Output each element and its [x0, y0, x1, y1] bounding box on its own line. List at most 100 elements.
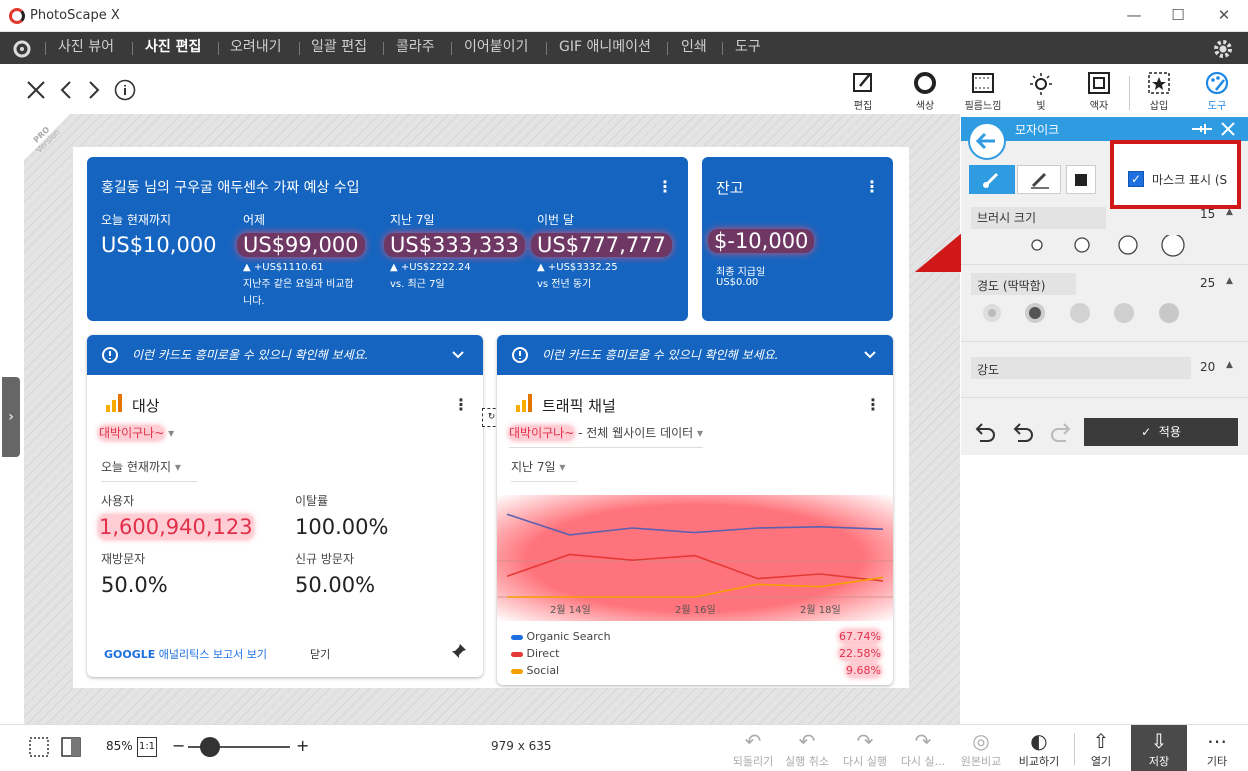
brush-size-value: 15: [1200, 207, 1216, 221]
chevron-down-icon[interactable]: [863, 349, 877, 361]
save-label: 저장: [1148, 755, 1170, 768]
left-panel-toggle[interactable]: ›: [2, 377, 20, 457]
legend-swatch: [511, 651, 523, 657]
tab-combine[interactable]: 이어붙이기: [464, 32, 528, 64]
income-compare-2: 니다.: [243, 296, 265, 307]
tab-cut-out[interactable]: 오려내기: [230, 32, 282, 64]
new-visitors-label: 신규 방문자: [295, 552, 355, 566]
tab-photo-editor[interactable]: 사진 편집: [145, 32, 201, 64]
tool-edit[interactable]: 편집: [834, 68, 892, 114]
tab-photo-viewer[interactable]: 사진 뷰어: [58, 32, 114, 64]
stepper-arrows-icon[interactable]: ▲: [1226, 207, 1233, 217]
new-visitors-value: 50.00%: [295, 573, 376, 597]
mask-display-checkbox[interactable]: ✓: [1128, 171, 1144, 187]
audience-notice-header: 이런 카드도 흥미로울 수 있으니 확인해 보세요.: [87, 335, 483, 375]
tab-print[interactable]: 인쇄: [681, 32, 707, 64]
tab-collage[interactable]: 콜라주: [396, 32, 435, 64]
notice-alert-icon: [512, 347, 528, 363]
legend-swatch: [511, 634, 523, 640]
compare-button[interactable]: ◐ 비교하기: [1012, 725, 1066, 771]
property-name: 대박이구나~: [509, 426, 575, 440]
redo-all-button[interactable]: ↷ 다시 실...: [896, 725, 950, 771]
maximize-button[interactable]: ☐: [1164, 4, 1192, 26]
traffic-property-select: 대박이구나~ - 전체 웹사이트 데이터 ▾: [509, 424, 704, 448]
close-link[interactable]: 닫기: [310, 646, 330, 662]
traffic-range-select: 지난 7일 ▾: [511, 458, 577, 482]
audience-property-select: 대박이구나~ ▾: [99, 426, 175, 440]
hardness-presets[interactable]: [978, 302, 1183, 326]
balance-card: 잔고 ⋮ $-10,000 최종 지급일 US$0.00: [702, 157, 893, 321]
tab-batch-edit[interactable]: 일괄 편집: [311, 32, 367, 64]
zoom-out-icon[interactable]: −: [172, 736, 185, 755]
balance-last-payment-label: 최종 지급일: [716, 267, 766, 278]
redo-icon[interactable]: [1048, 421, 1072, 443]
tab-tools[interactable]: 도구: [735, 32, 761, 64]
previous-icon[interactable]: [58, 80, 74, 100]
fill-mode-button[interactable]: [1066, 165, 1096, 194]
income-col-today: 오늘 현재까지 US$10,000: [101, 211, 246, 257]
income-compare: 지난주 같은 요일과 비교합: [243, 279, 354, 290]
pin-panel-icon[interactable]: [1191, 122, 1213, 136]
tool-light[interactable]: 빛: [1012, 68, 1070, 114]
tab-gif-animation[interactable]: GIF 애니메이션: [559, 32, 651, 64]
audience-card: 이런 카드도 흥미로울 수 있으니 확인해 보세요. 대상 ⋮ 대박이구나~ ▾…: [87, 335, 483, 677]
status-bar: 85% 1:1 − + 979 x 635 ↶ 되돌리기 ↶ 실행 취소 ↷ 다시 실…: [0, 724, 1248, 771]
minimize-button[interactable]: —: [1120, 4, 1148, 26]
zoom-in-icon[interactable]: +: [296, 736, 309, 755]
x-tick-label: 2월 14일: [550, 605, 591, 616]
tool-tools[interactable]: 도구: [1188, 68, 1246, 114]
traffic-title: 트래픽 채널: [542, 397, 616, 415]
revert-button[interactable]: ↶ 되돌리기: [726, 725, 780, 771]
pin-icon[interactable]: [451, 643, 467, 659]
undo-icon: ↶: [798, 729, 816, 753]
more-button[interactable]: ⋯ 기타: [1190, 725, 1244, 771]
actual-size-button[interactable]: 1:1: [137, 737, 157, 757]
property-name: 대박이구나~: [99, 426, 165, 440]
audience-range-select: 오늘 현재까지 ▾: [101, 458, 197, 482]
legend-swatch: [511, 668, 523, 674]
zoom-slider-handle[interactable]: [200, 737, 220, 757]
close-window-button[interactable]: ✕: [1210, 4, 1238, 26]
tool-film[interactable]: 필름느낌: [954, 68, 1012, 114]
undo-all-icon[interactable]: [974, 421, 998, 443]
link-text: 애널리틱스 보고서 보기: [155, 648, 267, 661]
traffic-card: 이런 카드도 흥미로울 수 있으니 확인해 보세요. 트래픽 채널 ⋮ 대박이구…: [497, 335, 893, 685]
save-button[interactable]: ⇩ 저장: [1131, 725, 1187, 771]
more-dots-icon: ⋯: [1207, 729, 1227, 753]
next-icon[interactable]: [86, 80, 102, 100]
open-button[interactable]: ⇧ 열기: [1074, 725, 1128, 771]
info-icon[interactable]: [114, 79, 136, 101]
background-toggle-icon[interactable]: [60, 736, 82, 758]
close-icon[interactable]: [26, 80, 46, 100]
analytics-report-link[interactable]: GOOGLE 애널리틱스 보고서 보기: [104, 646, 267, 662]
undo-button[interactable]: ↶ 실행 취소: [780, 725, 834, 771]
settings-gear-icon[interactable]: [1212, 38, 1234, 60]
stepper-arrows-icon[interactable]: ▲: [1226, 276, 1233, 286]
tool-color[interactable]: 색상: [896, 68, 954, 114]
legend-value: 9.68%: [846, 664, 881, 677]
x-tick-label: 2월 16일: [675, 605, 716, 616]
marquee-icon[interactable]: [28, 736, 50, 758]
property-scope: - 전체 웹사이트 데이터: [574, 426, 694, 440]
stepper-arrows-icon[interactable]: ▲: [1226, 360, 1233, 370]
original-compare-button[interactable]: ◎ 원본비교: [954, 725, 1008, 771]
zoom-level[interactable]: 85%: [106, 739, 133, 753]
eraser-mode-button[interactable]: [1017, 165, 1061, 194]
upload-icon: ⇧: [1092, 729, 1110, 753]
panel-close-icon[interactable]: [1220, 121, 1236, 137]
brush-mode-button[interactable]: [969, 165, 1015, 194]
tool-frame[interactable]: 액자: [1070, 68, 1128, 114]
back-arrow-icon[interactable]: [967, 121, 1007, 161]
tool-insert[interactable]: 삽입: [1130, 68, 1188, 114]
apply-button[interactable]: ✓ 적용: [1084, 418, 1238, 446]
undo-icon[interactable]: [1012, 421, 1036, 443]
photoscape-home-icon[interactable]: [12, 39, 32, 59]
strength-slider[interactable]: [971, 357, 1191, 379]
chevron-down-icon[interactable]: [451, 349, 465, 361]
film-icon: [972, 73, 994, 93]
notice-text: 이런 카드도 흥미로울 수 있으니 확인해 보세요.: [542, 348, 779, 362]
brush-size-presets[interactable]: [1026, 235, 1196, 259]
redo-button[interactable]: ↷ 다시 실행: [838, 725, 892, 771]
strength-value: 20: [1200, 360, 1216, 374]
title-bar: PhotoScape X — ☐ ✕: [0, 0, 1248, 32]
